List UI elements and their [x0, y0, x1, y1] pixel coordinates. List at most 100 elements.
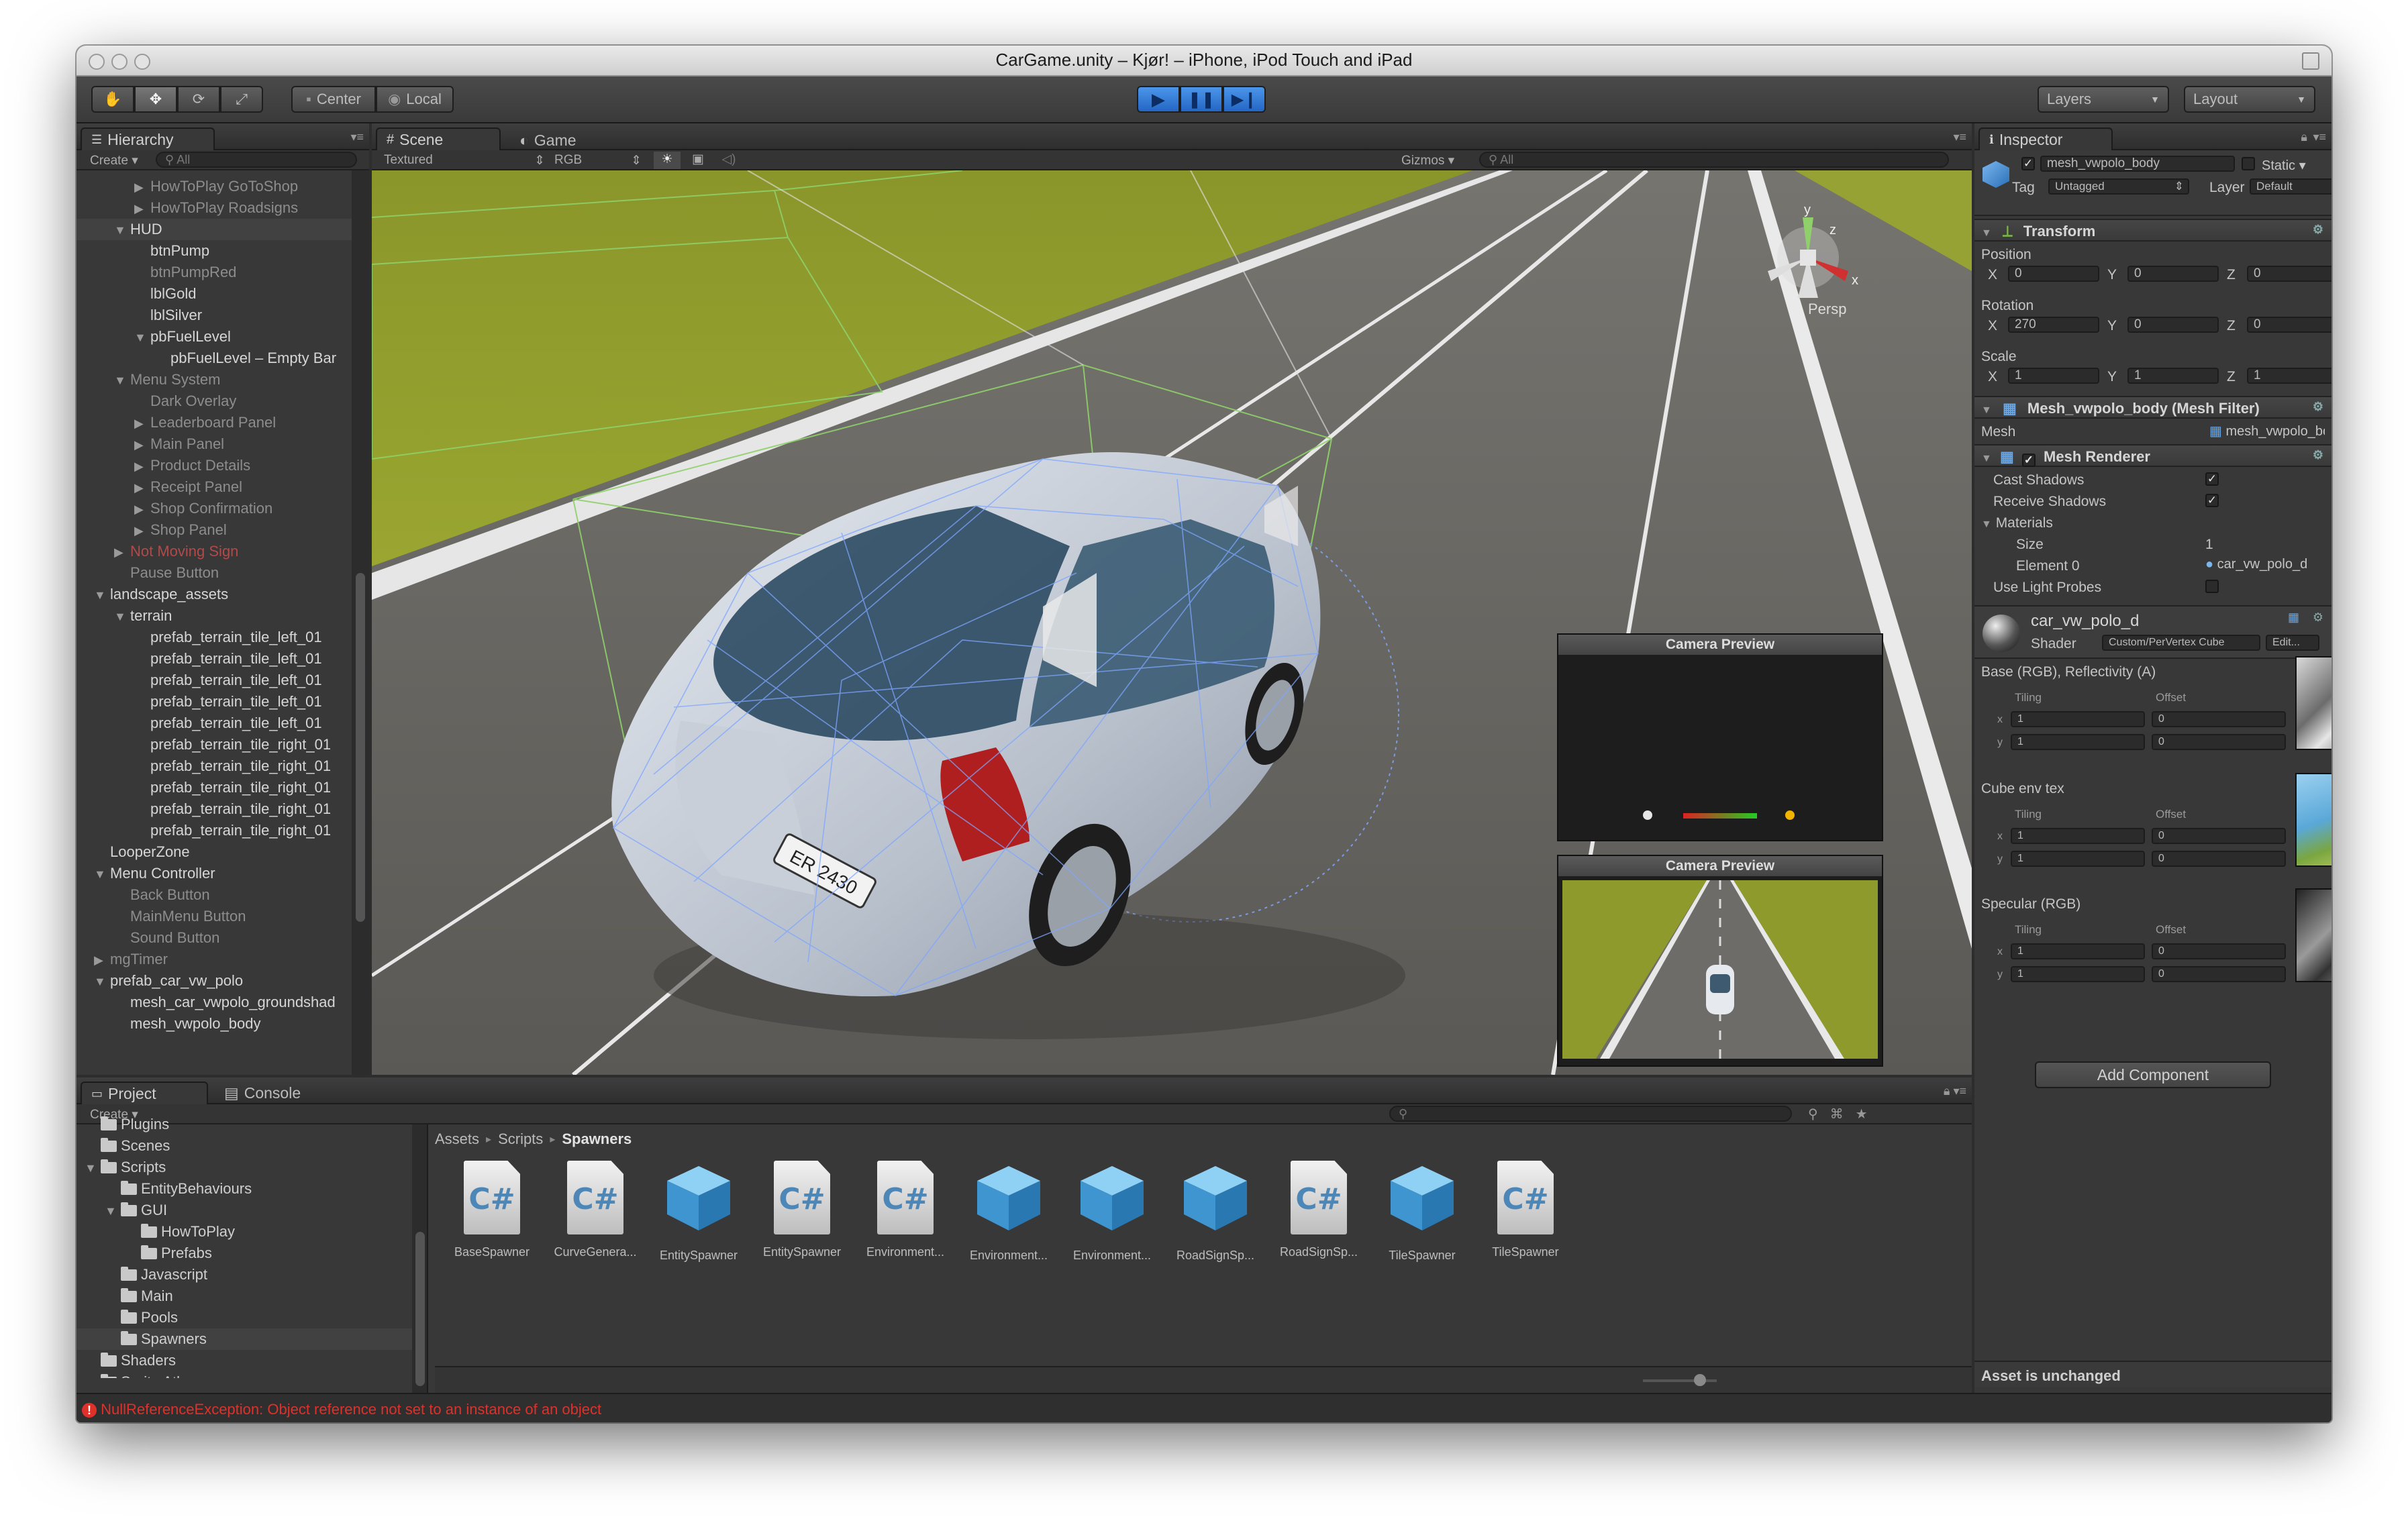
- mesh-renderer-header[interactable]: ▼ ▦ ✓ Mesh Renderer ⚙: [1974, 444, 2331, 467]
- position-z-field[interactable]: 0: [2247, 266, 2331, 282]
- hierarchy-item[interactable]: prefab_terrain_tile_right_01: [77, 734, 352, 755]
- layout-dropdown[interactable]: Layout ▼: [2184, 86, 2315, 113]
- project-folder-item[interactable]: ▼ Sprite Atlases: [77, 1371, 412, 1378]
- expanded-arrow-icon[interactable]: ▼: [94, 863, 110, 885]
- hierarchy-item[interactable]: ▶ Shop Panel: [77, 519, 352, 541]
- scale-x-field[interactable]: 1: [2008, 368, 2099, 384]
- tab-console[interactable]: ▤ Console: [224, 1084, 301, 1102]
- position-y-field[interactable]: 0: [2127, 266, 2219, 282]
- offset-x-field[interactable]: 0: [2152, 943, 2286, 959]
- tiling-y-field[interactable]: 1: [2011, 734, 2145, 750]
- project-folder-item[interactable]: EntityBehaviours: [77, 1178, 412, 1200]
- project-folder-item[interactable]: Plugins: [77, 1114, 412, 1135]
- collapsed-arrow-icon[interactable]: ▶: [114, 541, 130, 563]
- project-folder-item[interactable]: Pools: [77, 1307, 412, 1328]
- breadcrumb-item[interactable]: Scripts: [498, 1130, 543, 1148]
- materials-foldout[interactable]: ▼ Materials: [1981, 515, 2053, 531]
- hand-tool-icon[interactable]: ✋: [91, 86, 134, 113]
- scene-viewport[interactable]: ER 2430 y z x Persp Camera Preview Camer…: [372, 170, 1972, 1075]
- render-mode-dropdown[interactable]: Textured ⇕: [384, 153, 545, 168]
- shader-dropdown[interactable]: Custom/PerVertex Cube: [2102, 635, 2260, 651]
- offset-y-field[interactable]: 0: [2152, 734, 2286, 750]
- hierarchy-item[interactable]: MainMenu Button: [77, 906, 352, 927]
- filter-icons[interactable]: ⚲⌘★: [1808, 1106, 1880, 1122]
- tab-inspector[interactable]: ℹ Inspector: [1978, 127, 2113, 150]
- scale-z-field[interactable]: 1: [2247, 368, 2331, 384]
- tab-project[interactable]: ▭ Project: [81, 1082, 208, 1104]
- panel-menu-icon[interactable]: ▾≡: [2313, 130, 2326, 144]
- hierarchy-item[interactable]: mesh_car_vwpolo_groundshad: [77, 992, 352, 1013]
- hierarchy-item[interactable]: Sound Button: [77, 927, 352, 949]
- hierarchy-item[interactable]: Back Button: [77, 884, 352, 906]
- static-dropdown[interactable]: Static ▾: [2262, 157, 2306, 174]
- hierarchy-item[interactable]: prefab_terrain_tile_left_01: [77, 691, 352, 713]
- hierarchy-item[interactable]: ▶ Not Moving Sign: [77, 541, 352, 562]
- project-folder-item[interactable]: Spawners: [77, 1328, 412, 1350]
- rotation-z-field[interactable]: 0: [2247, 317, 2331, 333]
- collapsed-arrow-icon[interactable]: ▶: [134, 498, 150, 520]
- collapsed-arrow-icon[interactable]: ▶: [94, 949, 110, 971]
- play-icon[interactable]: ▶: [1137, 86, 1180, 113]
- hierarchy-item[interactable]: lblSilver: [77, 305, 352, 326]
- position-x-field[interactable]: 0: [2008, 266, 2099, 282]
- asset-item[interactable]: C# BaseSpawner: [442, 1161, 542, 1263]
- breadcrumb-item[interactable]: Spawners: [562, 1130, 632, 1148]
- add-component-button[interactable]: Add Component: [2035, 1061, 2271, 1088]
- asset-item[interactable]: C# CurveGenera...: [545, 1161, 646, 1263]
- scrollbar-thumb[interactable]: [356, 573, 365, 922]
- rotation-y-field[interactable]: 0: [2127, 317, 2219, 333]
- panel-menu-icon[interactable]: ▾≡: [350, 130, 364, 144]
- hierarchy-item[interactable]: prefab_terrain_tile_right_01: [77, 798, 352, 820]
- tiling-x-field[interactable]: 1: [2011, 943, 2145, 959]
- status-bar[interactable]: ! NullReferenceException: Object referen…: [77, 1393, 2331, 1422]
- expanded-arrow-icon[interactable]: ▼: [94, 971, 110, 992]
- hierarchy-item[interactable]: prefab_terrain_tile_right_01: [77, 820, 352, 841]
- static-checkbox[interactable]: [2242, 157, 2255, 170]
- hierarchy-item[interactable]: prefab_terrain_tile_right_01: [77, 755, 352, 777]
- asset-item[interactable]: C# EntitySpawner: [752, 1161, 852, 1263]
- hierarchy-item[interactable]: ▶ Leaderboard Panel: [77, 412, 352, 433]
- hierarchy-item[interactable]: pbFuelLevel – Empty Bar: [77, 348, 352, 369]
- gear-icon[interactable]: ⚙: [2313, 223, 2323, 237]
- offset-y-field[interactable]: 0: [2152, 966, 2286, 982]
- hierarchy-item[interactable]: ▶ Shop Confirmation: [77, 498, 352, 519]
- collapsed-arrow-icon[interactable]: ▶: [134, 198, 150, 219]
- color-mode-dropdown[interactable]: RGB ⇕: [554, 153, 642, 168]
- expanded-arrow-icon[interactable]: ▼: [94, 584, 110, 606]
- hierarchy-item[interactable]: prefab_terrain_tile_left_01: [77, 670, 352, 691]
- scene-audio-icon[interactable]: ◁): [715, 152, 742, 169]
- tiling-y-field[interactable]: 1: [2011, 851, 2145, 867]
- gear-icon[interactable]: ⚙: [2313, 611, 2323, 625]
- hierarchy-item[interactable]: ▼ terrain: [77, 605, 352, 627]
- pivot-local-button[interactable]: ◉ Local: [376, 86, 454, 113]
- project-tree-scrollbar[interactable]: [412, 1124, 428, 1393]
- object-name-field[interactable]: mesh_vwpolo_body: [2040, 156, 2235, 172]
- size-value[interactable]: 1: [2205, 537, 2213, 553]
- expanded-arrow-icon[interactable]: ▼: [85, 1157, 101, 1179]
- texture-thumbnail[interactable]: Select: [2295, 888, 2331, 982]
- help-icon[interactable]: ▦: [2288, 611, 2299, 625]
- icon-size-slider-thumb[interactable]: [1694, 1374, 1706, 1386]
- texture-thumbnail[interactable]: Select: [2295, 656, 2331, 750]
- hierarchy-item[interactable]: ▶ Product Details: [77, 455, 352, 476]
- collapsed-arrow-icon[interactable]: ▶: [134, 413, 150, 434]
- project-folder-item[interactable]: Prefabs: [77, 1243, 412, 1264]
- receive-shadows-checkbox[interactable]: ✓: [2205, 494, 2219, 507]
- panel-menu-icon[interactable]: 🔒︎ ▾≡: [1944, 1084, 1966, 1098]
- layer-dropdown[interactable]: Default⇕: [2250, 178, 2331, 195]
- asset-item[interactable]: RoadSignSp...: [1165, 1161, 1266, 1263]
- asset-item[interactable]: Environment...: [1062, 1161, 1162, 1263]
- asset-item[interactable]: EntitySpawner: [648, 1161, 749, 1263]
- hierarchy-item[interactable]: ▶ mgTimer: [77, 949, 352, 970]
- mesh-object-field[interactable]: ▦ mesh_vwpolo_body: [2209, 423, 2325, 439]
- project-folder-item[interactable]: Shaders: [77, 1350, 412, 1371]
- asset-item[interactable]: C# Environment...: [855, 1161, 956, 1263]
- rotation-x-field[interactable]: 270: [2008, 317, 2099, 333]
- hierarchy-item[interactable]: prefab_terrain_tile_left_01: [77, 713, 352, 734]
- pivot-center-button[interactable]: ▪ Center: [291, 86, 376, 113]
- offset-x-field[interactable]: 0: [2152, 828, 2286, 844]
- offset-y-field[interactable]: 0: [2152, 851, 2286, 867]
- hierarchy-item[interactable]: ▼ landscape_assets: [77, 584, 352, 605]
- project-folder-item[interactable]: Scenes: [77, 1135, 412, 1157]
- project-folder-item[interactable]: HowToPlay: [77, 1221, 412, 1243]
